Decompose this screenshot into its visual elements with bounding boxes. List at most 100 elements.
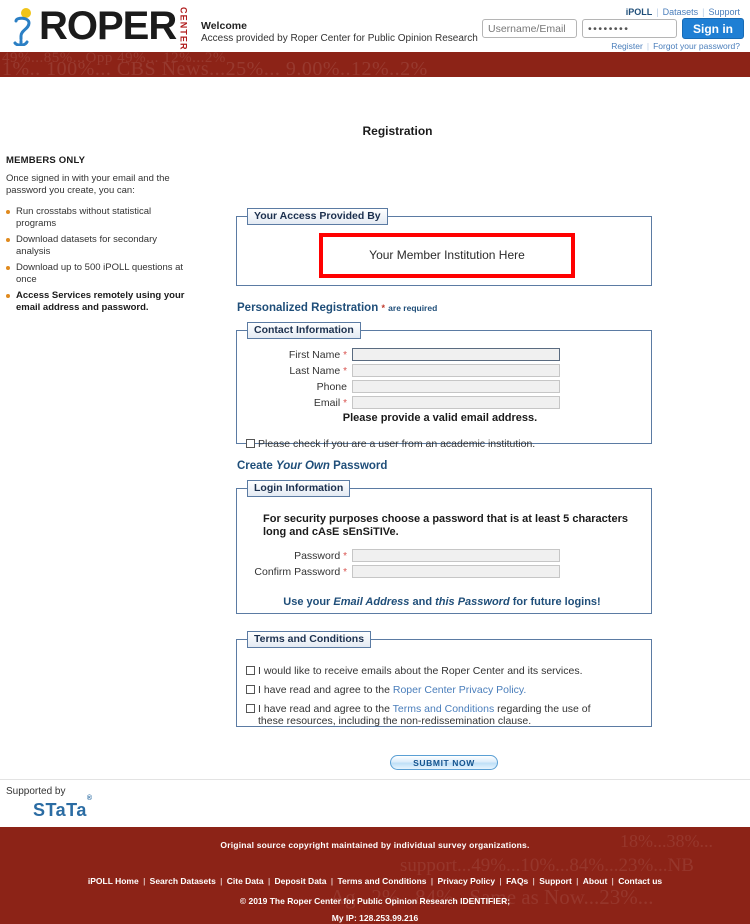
last-name-input[interactable] [352, 364, 560, 377]
privacy-policy-link[interactable]: Roper Center Privacy Policy. [393, 684, 526, 696]
footer-link-cite-data[interactable]: Cite Data [227, 876, 264, 886]
login-legend: Login Information [247, 480, 351, 497]
footer-copyright: © 2019 The Roper Center for Public Opini… [239, 896, 511, 906]
future-logins-note: Use your Email Address and this Password… [233, 596, 651, 608]
footer-link-faqs[interactable]: FAQs [506, 876, 528, 886]
nav-item-datasets[interactable]: Datasets [659, 7, 703, 17]
terms-row-conditions[interactable]: I have read and agree to the Terms and C… [246, 703, 651, 727]
field-row-first-name: First Name * [237, 348, 651, 361]
footer-link-support[interactable]: Support [539, 876, 572, 886]
footer-separator: | [265, 876, 273, 886]
email-input[interactable] [352, 396, 560, 409]
registration-form-column: Your Access Provided By Your Member Inst… [236, 208, 652, 770]
supported-by-section: Supported by STaTa® [0, 779, 750, 827]
forgot-password-link[interactable]: Forgot your password? [649, 41, 744, 51]
email-validity-note: Please provide a valid email address. [342, 412, 538, 424]
terms-conditions-label: I have read and agree to the Terms and C… [258, 703, 608, 727]
welcome-subtitle: Access provided by Roper Center for Publ… [201, 33, 478, 44]
personalized-heading-text: Personalized Registration [237, 302, 379, 314]
site-footer: support...49%...10%...84%...23%...NB Ag.… [0, 827, 750, 924]
footer-link-about[interactable]: About [583, 876, 608, 886]
submit-now-button[interactable]: SUBMIT NOW [390, 755, 498, 770]
required-star: * [343, 566, 347, 578]
phone-label: Phone [237, 381, 352, 393]
password-label: Password * [237, 550, 352, 562]
required-star: * [343, 550, 347, 562]
field-row-phone: Phone [237, 380, 651, 393]
confirm-password-label-text: Confirm Password [254, 565, 341, 578]
contact-fields: First Name * Last Name * Phone Email * P… [237, 339, 651, 450]
member-institution-label: Your Member Institution Here [369, 248, 525, 262]
secondary-nav: Register | Forgot your password? [607, 41, 744, 51]
create-password-pre: Create [237, 460, 276, 472]
access-legend: Your Access Provided By [247, 208, 388, 225]
terms-row-privacy[interactable]: I have read and agree to the Roper Cente… [246, 684, 651, 696]
footer-link-privacy-policy[interactable]: Privacy Policy [437, 876, 495, 886]
password-field[interactable] [352, 549, 560, 562]
create-password-emphasis: Your Own [276, 460, 330, 472]
academic-institution-checkbox[interactable] [246, 439, 255, 448]
stata-logo[interactable]: STaTa® [33, 795, 93, 821]
footer-separator: | [140, 876, 148, 886]
footer-separator: | [530, 876, 538, 886]
page-title: Registration [362, 124, 433, 138]
footer-separator: | [497, 876, 505, 886]
field-row-confirm-password: Confirm Password * [237, 565, 651, 578]
members-only-sidebar: MEMBERS ONLY Once signed in with your em… [6, 155, 188, 318]
roper-center-logo[interactable]: ROPER CENTER [8, 2, 188, 51]
first-name-label: First Name * [237, 349, 352, 361]
last-name-label-text: Last Name [289, 364, 341, 377]
supported-by-label: Supported by [6, 786, 66, 797]
footer-link-deposit-data[interactable]: Deposit Data [275, 876, 327, 886]
list-item: Download datasets for secondary analysis [6, 234, 188, 257]
member-institution-box: Your Member Institution Here [319, 232, 575, 278]
nav-item-ipoll[interactable]: iPOLL [622, 7, 657, 17]
username-input[interactable] [482, 19, 577, 38]
privacy-policy-checkbox[interactable] [246, 685, 255, 694]
last-name-label: Last Name * [237, 365, 352, 377]
top-nav: iPOLL | Datasets | Support [622, 7, 744, 17]
sidebar-intro: Once signed in with your email and the p… [6, 173, 170, 196]
academic-institution-label: Please check if you are a user from an a… [258, 438, 536, 450]
password-input[interactable] [582, 19, 677, 38]
banner-watermark-text: 49%...85%...Opp 49%... 12%...2% 1%.. 100… [0, 52, 750, 77]
footer-separator: | [428, 876, 436, 886]
stata-logo-text: STaTa [33, 800, 87, 820]
logo-wordmark: ROPER [39, 4, 177, 48]
footer-link-contact-us[interactable]: Contact us [618, 876, 662, 886]
required-note: are required [388, 303, 438, 313]
register-link[interactable]: Register [607, 41, 647, 51]
welcome-title: Welcome [201, 20, 247, 32]
receive-emails-checkbox[interactable] [246, 666, 255, 675]
login-information-fieldset: Login Information For security purposes … [236, 480, 652, 614]
footer-link-ipoll-home[interactable]: iPOLL Home [88, 876, 139, 886]
first-name-input[interactable] [352, 348, 560, 361]
submit-wrapper: SUBMIT NOW [236, 755, 652, 770]
terms-conditions-checkbox[interactable] [246, 704, 255, 713]
phone-input[interactable] [352, 380, 560, 393]
academic-institution-row[interactable]: Please check if you are a user from an a… [246, 438, 651, 450]
privacy-policy-text: I have read and agree to the [258, 684, 393, 696]
field-row-email: Email * [237, 396, 651, 409]
personalized-registration-heading: Personalized Registration * are required [237, 302, 652, 314]
required-star: * [343, 397, 347, 409]
welcome-block: Welcome Access provided by Roper Center … [201, 20, 478, 45]
terms-row-emails[interactable]: I would like to receive emails about the… [246, 665, 651, 677]
decorative-banner: 49%...85%...Opp 49%... 12%...2% 1%.. 100… [0, 52, 750, 77]
nav-item-support[interactable]: Support [704, 7, 744, 17]
first-name-label-text: First Name [288, 348, 341, 361]
footer-link-search-datasets[interactable]: Search Datasets [150, 876, 216, 886]
sidebar-heading: MEMBERS ONLY [6, 155, 86, 166]
terms-legend: Terms and Conditions [247, 631, 372, 648]
footer-separator: | [217, 876, 225, 886]
footer-link-terms-conditions[interactable]: Terms and Conditions [337, 876, 426, 886]
email-label-text: Email [313, 396, 341, 409]
confirm-password-field[interactable] [352, 565, 560, 578]
create-password-heading: Create Your Own Password [237, 460, 652, 472]
terms-conditions-link[interactable]: Terms and Conditions [393, 703, 495, 715]
banner-watermark-row2: 1%.. 100%... CBS News...25%... 9.00%..12… [2, 58, 428, 77]
field-row-last-name: Last Name * [237, 364, 651, 377]
signin-form: Sign in [482, 18, 744, 39]
login-note-part1: Use your [283, 596, 334, 608]
signin-button[interactable]: Sign in [682, 18, 744, 39]
